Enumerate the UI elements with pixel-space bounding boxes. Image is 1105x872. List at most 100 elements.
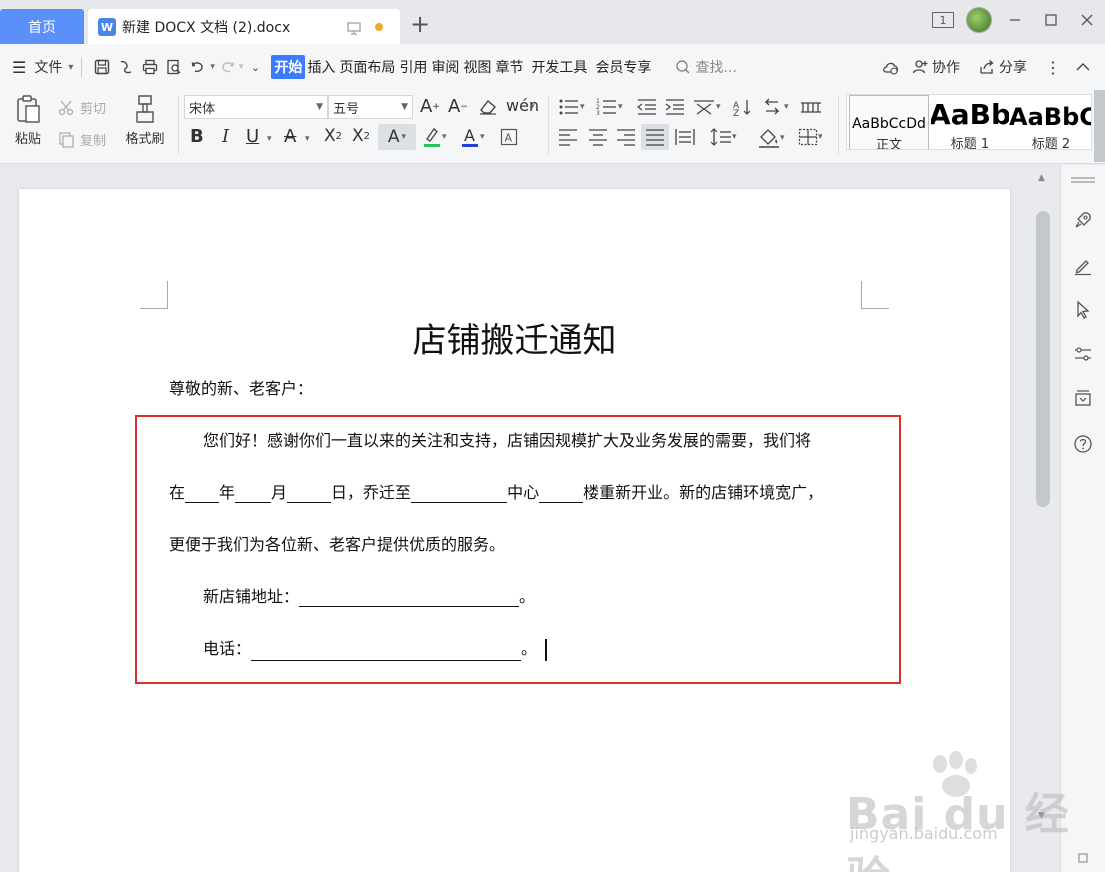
chinese-layout-button[interactable]: ▾ bbox=[692, 98, 721, 116]
user-avatar-button[interactable] bbox=[961, 0, 997, 40]
underline-button[interactable]: U bbox=[246, 126, 259, 147]
shading-button[interactable]: ▾ bbox=[758, 128, 785, 148]
tab-view[interactable]: 视图 bbox=[461, 55, 493, 79]
character-border-button[interactable]: A bbox=[500, 128, 518, 146]
line-spacing-button[interactable]: ▾ bbox=[710, 128, 737, 146]
tab-member[interactable]: 会员专享 bbox=[593, 55, 653, 79]
tab-references[interactable]: 引用 bbox=[397, 55, 429, 79]
align-left-button[interactable] bbox=[558, 128, 578, 146]
numbered-list-button[interactable]: 123 ▾ bbox=[596, 98, 623, 116]
blank-floor[interactable] bbox=[539, 485, 584, 503]
increase-font-button[interactable]: A + bbox=[420, 96, 440, 117]
tab-section[interactable]: 章节 bbox=[493, 55, 525, 79]
blank-year[interactable] bbox=[185, 485, 220, 503]
wps-writer-window: 首页 W 新建 DOCX 文档 (2).docx + 1 ☰ 文件 ▾ ▾ ▾ … bbox=[0, 0, 1105, 872]
decrease-indent-button[interactable] bbox=[636, 98, 658, 116]
chevron-down-icon[interactable]: ▾ bbox=[68, 62, 73, 73]
italic-button[interactable]: I bbox=[222, 126, 229, 147]
redo-icon[interactable] bbox=[215, 55, 239, 79]
font-name-select[interactable]: 宋体 ▼ bbox=[184, 95, 328, 119]
highlighter-icon bbox=[424, 128, 440, 147]
print-icon[interactable] bbox=[138, 55, 162, 79]
tab-developer[interactable]: 开发工具 bbox=[529, 55, 589, 79]
align-right-button[interactable] bbox=[616, 128, 636, 146]
pointer-icon[interactable] bbox=[1072, 299, 1094, 321]
font-size-select[interactable]: 五号 ▼ bbox=[328, 95, 413, 119]
hamburger-menu-icon[interactable]: ☰ bbox=[12, 58, 26, 77]
panel-handle[interactable] bbox=[1071, 177, 1095, 183]
maximize-button[interactable] bbox=[1033, 0, 1069, 40]
format-painter-button[interactable]: 格式刷 bbox=[120, 94, 170, 147]
copy-button[interactable]: 复制 bbox=[58, 130, 106, 149]
close-window-button[interactable] bbox=[1069, 0, 1105, 40]
print-preview-icon[interactable] bbox=[162, 55, 186, 79]
decrease-font-button[interactable]: A − bbox=[448, 96, 468, 117]
blank-month[interactable] bbox=[235, 485, 272, 503]
style-heading-1[interactable]: AaBb 标题 1 bbox=[931, 95, 1009, 149]
chevron-down-icon[interactable]: ▾ bbox=[530, 102, 535, 112]
new-tab-button[interactable]: + bbox=[410, 12, 430, 36]
superscript-button[interactable]: X2 bbox=[324, 126, 342, 146]
export-pdf-icon[interactable] bbox=[114, 55, 138, 79]
style-heading-2[interactable]: AaBbC 标题 2 bbox=[1009, 95, 1091, 150]
distribute-button[interactable] bbox=[674, 128, 696, 146]
baidu-jingyan-watermark: Bai du 经验 jingyan.baidu.com bbox=[846, 750, 1076, 872]
strikethrough-button[interactable]: A bbox=[284, 126, 296, 147]
borders-button[interactable]: ▾ bbox=[798, 128, 823, 146]
styles-gallery: AaBbCcDd 正文 AaBb 标题 1 AaBbC 标题 2 bbox=[846, 94, 1092, 150]
cloud-sync-button[interactable] bbox=[881, 58, 901, 76]
tab-insert[interactable]: 插入 bbox=[305, 55, 337, 79]
collapse-ribbon-icon[interactable] bbox=[1075, 59, 1091, 75]
more-options-icon[interactable]: ⋮ bbox=[1045, 58, 1061, 77]
paste-button[interactable]: 粘贴 bbox=[6, 94, 50, 154]
sliders-icon[interactable] bbox=[1072, 343, 1094, 365]
increase-indent-button[interactable] bbox=[664, 98, 686, 116]
clear-format-button[interactable] bbox=[478, 98, 498, 116]
style-normal[interactable]: AaBbCcDd 正文 bbox=[849, 95, 929, 149]
collaborate-button[interactable]: 协作 bbox=[911, 57, 960, 77]
chevron-down-icon[interactable]: ▾ bbox=[267, 134, 272, 144]
tab-home[interactable]: 首页 bbox=[0, 9, 84, 45]
show-marks-button[interactable]: ▾ bbox=[762, 98, 789, 116]
font-color-button[interactable]: A ▾ bbox=[460, 126, 485, 148]
monitor-icon[interactable] bbox=[346, 20, 362, 40]
blank-phone[interactable] bbox=[251, 643, 522, 661]
justify-button[interactable] bbox=[641, 124, 669, 150]
undo-icon[interactable] bbox=[186, 55, 210, 79]
text-effect-button[interactable]: A ▾ bbox=[378, 124, 416, 150]
rocket-icon[interactable] bbox=[1072, 209, 1094, 231]
blank-center-name[interactable] bbox=[411, 485, 508, 503]
minimize-button[interactable] bbox=[997, 0, 1033, 40]
page-count-button[interactable]: 1 bbox=[925, 0, 961, 40]
style-heading-2-label: 标题 2 bbox=[1031, 137, 1071, 150]
blank-day[interactable] bbox=[287, 485, 332, 503]
share-button[interactable]: 分享 bbox=[978, 57, 1027, 77]
subscript-button[interactable]: X2 bbox=[352, 126, 370, 146]
highlight-color-button[interactable]: ▾ bbox=[422, 126, 447, 148]
align-center-button[interactable] bbox=[588, 128, 608, 146]
menu-separator bbox=[81, 57, 83, 77]
tab-home-ribbon[interactable]: 开始 bbox=[271, 55, 306, 79]
bullet-list-button[interactable]: ▾ bbox=[558, 98, 585, 116]
customize-toolbar-icon[interactable]: ⌄ bbox=[243, 55, 267, 79]
bold-button[interactable]: B bbox=[190, 126, 204, 147]
tab-page-layout[interactable]: 页面布局 bbox=[337, 55, 397, 79]
styles-scrollbar[interactable] bbox=[1094, 90, 1105, 162]
sort-button[interactable]: AZ bbox=[732, 98, 752, 116]
search-box[interactable]: 查找... bbox=[675, 57, 737, 77]
blank-address[interactable] bbox=[299, 589, 520, 607]
scroll-up-icon[interactable]: ▲ bbox=[1038, 173, 1045, 183]
archive-icon[interactable] bbox=[1072, 387, 1094, 409]
pen-icon[interactable] bbox=[1072, 255, 1094, 277]
tab-document[interactable]: W 新建 DOCX 文档 (2).docx bbox=[88, 9, 400, 45]
save-icon[interactable] bbox=[90, 55, 114, 79]
cut-button[interactable]: 剪切 bbox=[58, 98, 106, 117]
unsaved-dot-icon[interactable] bbox=[375, 23, 383, 31]
document-heading: 店铺搬迁通知 bbox=[412, 321, 617, 361]
help-icon[interactable] bbox=[1072, 433, 1094, 455]
chevron-down-icon[interactable]: ▾ bbox=[305, 134, 310, 144]
scrollbar-thumb[interactable] bbox=[1036, 211, 1050, 507]
file-menu[interactable]: 文件 bbox=[34, 57, 62, 77]
table-tools-button[interactable] bbox=[800, 98, 822, 116]
tab-review[interactable]: 审阅 bbox=[429, 55, 461, 79]
